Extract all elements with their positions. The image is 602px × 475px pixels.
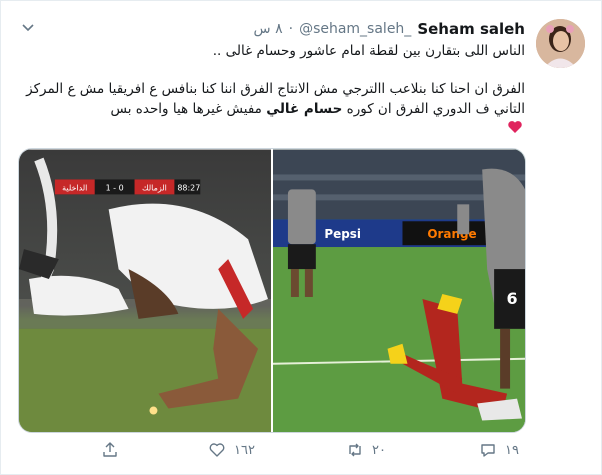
caret-down-icon[interactable] [21,23,35,33]
tweet-text-part2: مفيش غيرها هيا واحده بس [110,101,267,117]
reply-icon [481,444,495,457]
tweet-header: Seham saleh @seham_saleh_ · ٨ س [254,18,525,40]
scoreboard-score: 1 - 0 [106,183,124,192]
banner-right-text: Orange [427,227,476,241]
shirt-number: 6 [507,289,518,308]
reply-button[interactable]: ١٩ [479,441,519,459]
like-icon [209,443,225,457]
author-name[interactable]: Seham saleh [417,20,525,38]
share-button[interactable] [101,441,127,459]
retweet-icon [349,443,361,457]
scoreboard-away: الداخلية [62,183,87,192]
separator-dot: · [288,21,294,37]
scoreboard-minute: 88:27 [177,183,200,192]
retweet-button[interactable]: ٢٠ [346,441,386,459]
tweet-card[interactable]: Seham saleh @seham_saleh_ · ٨ س الناس ال… [0,0,602,475]
tweet-text-bold: حسام غالي [266,101,343,117]
media-image-right[interactable]: Pepsi Orange 6 [273,149,525,433]
share-icon [103,442,117,457]
avatar[interactable] [536,19,585,68]
reply-count: ١٩ [505,442,519,458]
tweet-time[interactable]: ٨ س [254,21,283,37]
banner-left-text: Pepsi [324,227,361,241]
like-button[interactable]: ١٦٢ [208,441,255,459]
media-image-left[interactable]: 88:27 الزمالك 1 - 0 الداخلية [19,149,271,433]
tweet-text-paragraph2: الفرق ان احنا كنا بنلاعب االترجي مش الان… [15,79,525,119]
tweet-actions: ١٩ ٢٠ ١٦٢ [1,441,602,467]
retweet-count: ٢٠ [372,442,386,458]
like-count: ١٦٢ [234,442,255,458]
tweet-text-line1: الناس اللى بتقارن بين لقطة امام عاشور وح… [212,43,525,59]
tweet-media[interactable]: 88:27 الزمالك 1 - 0 الداخلية Pepsi Orang… [18,148,526,433]
author-handle[interactable]: @seham_saleh_ [299,21,411,37]
heart-emoji-icon [508,121,522,133]
scoreboard-home: الزمالك [142,183,167,192]
